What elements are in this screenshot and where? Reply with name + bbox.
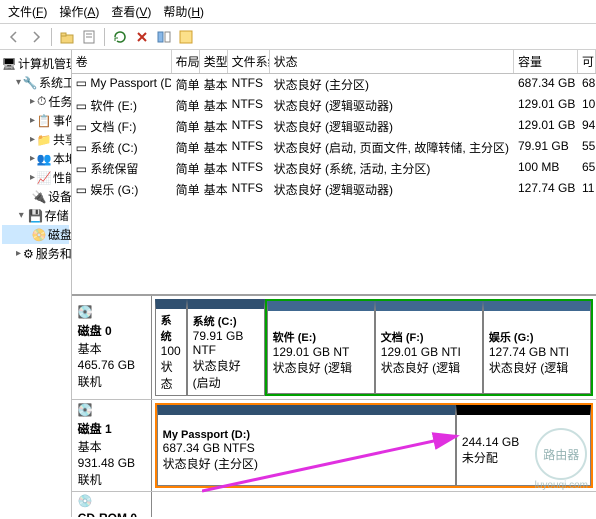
disk-title: 磁盘 0 [78, 322, 145, 339]
tree-performance[interactable]: ▸📈性能 [2, 168, 69, 187]
options-icon[interactable] [154, 27, 174, 47]
volume-list-header[interactable]: 卷 布局 类型 文件系统 状态 容量 可 [72, 50, 596, 74]
col-volume[interactable]: 卷 [72, 50, 172, 73]
tree-local-users[interactable]: ▸👥本地用户和组 [2, 149, 69, 168]
col-capacity[interactable]: 容量 [514, 50, 578, 73]
up-icon[interactable] [57, 27, 77, 47]
disk-row[interactable]: 💽 磁盘 1 基本 931.48 GB 联机 My Passport (D:) … [72, 400, 596, 492]
disk-title: 磁盘 1 [78, 420, 145, 437]
col-fs[interactable]: 文件系统 [228, 50, 270, 73]
volume-list[interactable]: ▭ My Passport (D:)简单基本NTFS状态良好 (主分区)687.… [72, 74, 596, 294]
device-icon: 🔌 [32, 190, 46, 204]
tree-system-tools[interactable]: ▾🔧系统工具 [2, 73, 69, 92]
help-icon[interactable] [176, 27, 196, 47]
disk-type: 基本 [78, 438, 145, 455]
disk-type: 基本 [78, 340, 145, 357]
clock-icon: ⏱ [37, 95, 46, 109]
navigation-tree[interactable]: 🖥计算机管理(本地) ▾🔧系统工具 ▸⏱任务计划程序 ▸📋事件查看器 ▸📁共享文… [0, 50, 72, 517]
properties-icon[interactable] [79, 27, 99, 47]
users-icon: 👥 [37, 152, 51, 166]
disk-icon: 💽 [78, 305, 145, 319]
col-avail[interactable]: 可 [578, 50, 596, 73]
partition-e[interactable]: 软件 (E:) 129.01 GB NT 状态良好 (逻辑 [267, 301, 375, 394]
disk-icon: 📀 [32, 228, 46, 242]
volume-row[interactable]: ▭ 娱乐 (G:)简单基本NTFS状态良好 (逻辑驱动器)127.74 GB11 [72, 179, 596, 200]
disk-row[interactable]: 💽 磁盘 0 基本 465.76 GB 联机 系统 100 状态 系统 (C:)… [72, 296, 596, 400]
disk-size: 931.48 GB [78, 456, 145, 470]
tree-device-manager[interactable]: 🔌设备管理器 [2, 187, 69, 206]
expand-icon[interactable]: ▸ [30, 172, 35, 183]
watermark: 路由器 luyouqi.com [535, 428, 588, 491]
menu-view[interactable]: 查看(V) [111, 3, 151, 20]
disk-info[interactable]: 💽 磁盘 1 基本 931.48 GB 联机 [72, 400, 152, 491]
disk-graphical-view[interactable]: 💽 磁盘 0 基本 465.76 GB 联机 系统 100 状态 系统 (C:)… [72, 294, 596, 517]
partition-sysres[interactable]: 系统 100 状态 [155, 299, 187, 396]
cdrom-icon: 💿 [78, 494, 145, 508]
partition-f[interactable]: 文档 (F:) 129.01 GB NTI 状态良好 (逻辑 [375, 301, 483, 394]
tree-event-viewer[interactable]: ▸📋事件查看器 [2, 111, 69, 130]
tools-icon: 🔧 [23, 76, 37, 90]
partition-d[interactable]: My Passport (D:) 687.34 GB NTFS 状态良好 (主分… [157, 405, 456, 486]
collapse-icon[interactable]: ▾ [16, 77, 21, 88]
disk-info[interactable]: 💿 CD-ROM 0 DVD (H:) [72, 492, 152, 517]
forward-icon[interactable] [26, 27, 46, 47]
services-icon: ⚙ [23, 247, 34, 261]
volume-row[interactable]: ▭ My Passport (D:)简单基本NTFS状态良好 (主分区)687.… [72, 74, 596, 95]
tree-task-scheduler[interactable]: ▸⏱任务计划程序 [2, 92, 69, 111]
perf-icon: 📈 [37, 171, 51, 185]
volume-row[interactable]: ▭ 文档 (F:)简单基本NTFS状态良好 (逻辑驱动器)129.01 GB94 [72, 116, 596, 137]
disk-title: CD-ROM 0 [78, 511, 145, 517]
col-status[interactable]: 状态 [270, 50, 514, 73]
expand-icon[interactable]: ▸ [16, 248, 21, 259]
menu-action[interactable]: 操作(A) [59, 3, 99, 20]
expand-icon[interactable]: ▸ [30, 134, 35, 145]
disk-status: 联机 [78, 471, 145, 488]
tree-storage[interactable]: ▾💾存储 [2, 206, 69, 225]
event-icon: 📋 [37, 114, 51, 128]
expand-icon[interactable]: ▸ [30, 153, 35, 164]
col-layout[interactable]: 布局 [172, 50, 200, 73]
menu-help[interactable]: 帮助(H) [163, 3, 204, 20]
expand-icon[interactable]: ▸ [30, 115, 35, 126]
menu-bar: 文件(F) 操作(A) 查看(V) 帮助(H) [0, 0, 596, 24]
tree-disk-management[interactable]: 📀磁盘管理 [2, 225, 69, 244]
menu-file[interactable]: 文件(F) [8, 3, 47, 20]
expand-icon[interactable]: ▸ [30, 96, 35, 107]
delete-icon[interactable] [132, 27, 152, 47]
computer-icon: 🖥 [2, 57, 16, 71]
toolbar [0, 24, 596, 50]
back-icon[interactable] [4, 27, 24, 47]
tree-services-apps[interactable]: ▸⚙服务和应用程序 [2, 244, 69, 263]
tree-shared-folders[interactable]: ▸📁共享文件夹 [2, 130, 69, 149]
refresh-icon[interactable] [110, 27, 130, 47]
folder-icon: 📁 [37, 133, 51, 147]
disk-row[interactable]: 💿 CD-ROM 0 DVD (H:) [72, 492, 596, 517]
tree-root[interactable]: 🖥计算机管理(本地) [2, 54, 69, 73]
partition-c[interactable]: 系统 (C:) 79.91 GB NTF 状态良好 (启动 [187, 299, 265, 396]
disk-status: 联机 [78, 373, 145, 390]
disk-info[interactable]: 💽 磁盘 0 基本 465.76 GB 联机 [72, 296, 152, 399]
disk-icon: 💽 [78, 403, 145, 417]
partition-g[interactable]: 娱乐 (G:) 127.74 GB NTI 状态良好 (逻辑 [483, 301, 591, 394]
collapse-icon[interactable]: ▾ [16, 210, 27, 221]
storage-icon: 💾 [29, 209, 43, 223]
disk-size: 465.76 GB [78, 358, 145, 372]
col-type[interactable]: 类型 [200, 50, 228, 73]
volume-row[interactable]: ▭ 系统保留简单基本NTFS状态良好 (系统, 活动, 主分区)100 MB65 [72, 158, 596, 179]
volume-row[interactable]: ▭ 系统 (C:)简单基本NTFS状态良好 (启动, 页面文件, 故障转储, 主… [72, 137, 596, 158]
volume-row[interactable]: ▭ 软件 (E:)简单基本NTFS状态良好 (逻辑驱动器)129.01 GB10 [72, 95, 596, 116]
